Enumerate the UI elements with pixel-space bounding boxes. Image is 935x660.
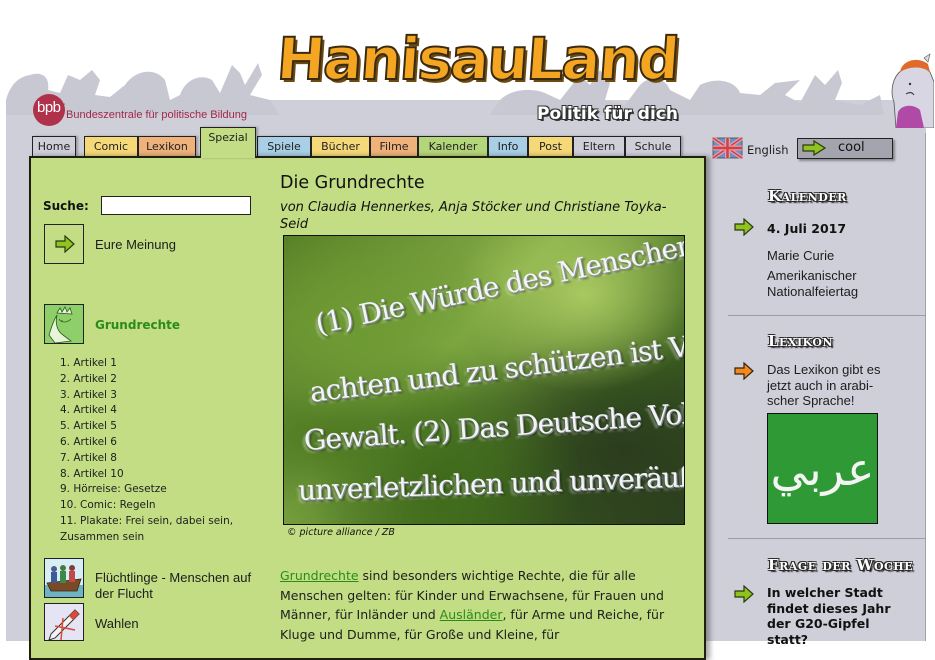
sublist-item[interactable]: 5. Artikel 5 — [60, 419, 260, 435]
nav-eure-meinung[interactable]: Eure Meinung — [95, 237, 176, 252]
cool-button-label: cool — [838, 140, 865, 155]
search-input[interactable] — [101, 196, 251, 215]
photo-credit: © picture alliance / ZB — [287, 527, 395, 538]
tab-spezial[interactable]: Spezial — [200, 127, 256, 158]
article-body: Grundrechte sind besonders wichtige Rech… — [280, 568, 665, 642]
sidebar-divider — [728, 315, 926, 316]
statue-of-liberty-icon — [45, 305, 83, 343]
tab-home[interactable]: Home — [32, 136, 76, 156]
sublist-item[interactable]: 7. Artikel 8 — [60, 451, 260, 467]
lexikon-text[interactable]: Das Lexikon gibt es jetzt auch in arabi-… — [767, 362, 897, 409]
kalender-heading[interactable]: Kalender — [768, 187, 847, 205]
arrow-right-icon[interactable] — [733, 218, 755, 236]
tab-buecher[interactable]: Bücher — [311, 136, 370, 156]
ballot-pencil-icon — [45, 604, 83, 640]
tab-post[interactable]: Post — [528, 136, 573, 156]
frage-question[interactable]: In welcher Stadt findet dieses Jahr der … — [767, 585, 902, 647]
tab-eltern[interactable]: Eltern — [573, 136, 625, 156]
photo-text-line: unverletzlichen und unveräußerlichen Me — [297, 455, 685, 507]
tab-filme[interactable]: Filme — [370, 136, 418, 156]
arrow-right-icon — [802, 140, 827, 156]
grundrechte-sublist: 1. Artikel 1 2. Artikel 2 3. Artikel 3 4… — [60, 356, 260, 546]
sidebar-edge — [925, 133, 926, 641]
bpb-name[interactable]: Bundeszentrale für politische Bildung — [66, 109, 247, 121]
bpb-abbr: bpb — [37, 99, 61, 116]
photo-text-line: (1) Die Würde des Menschen ist unan — [312, 235, 685, 341]
nav-fluechtlinge[interactable]: Flüchtlinge - Menschen auf der Flucht — [95, 570, 265, 602]
article-title: Die Grundrechte — [280, 173, 425, 193]
sublist-item[interactable]: 6. Artikel 6 — [60, 435, 260, 451]
arabic-lexikon-badge[interactable]: عربي — [767, 413, 878, 524]
tab-comic[interactable]: Comic — [84, 136, 138, 156]
fluechtlinge-icon-box[interactable] — [44, 558, 84, 598]
grundrechte-icon-box[interactable] — [44, 304, 84, 344]
arrow-right-icon[interactable] — [733, 362, 755, 380]
mascot-character — [891, 53, 934, 128]
opinion-link-icon-box[interactable] — [44, 224, 84, 264]
sublist-item[interactable]: 10. Comic: Regeln — [60, 498, 260, 514]
tab-info[interactable]: Info — [488, 136, 528, 156]
nav-grundrechte-current[interactable]: Grundrechte — [95, 318, 180, 332]
link-auslaender[interactable]: Ausländer — [440, 607, 503, 622]
sublist-item[interactable]: 2. Artikel 2 — [60, 372, 260, 388]
sublist-item[interactable]: 9. Hörreise: Gesetze — [60, 482, 260, 498]
site-tagline: Politik für dich — [537, 104, 678, 124]
arrow-right-icon — [55, 235, 75, 253]
tab-lexikon[interactable]: Lexikon — [138, 136, 196, 156]
link-grundrechte[interactable]: Grundrechte — [280, 568, 359, 583]
refugee-boat-icon — [45, 559, 83, 597]
nav-wahlen[interactable]: Wahlen — [95, 616, 139, 631]
sublist-item[interactable]: 11. Plakate: Frei sein, dabei sein, Zusa… — [60, 514, 260, 546]
sublist-item[interactable]: 3. Artikel 3 — [60, 388, 260, 404]
lexikon-heading[interactable]: Lexikon — [768, 332, 833, 350]
frage-heading[interactable]: Frage der Woche — [768, 556, 913, 574]
kalender-entry[interactable]: Marie Curie — [767, 248, 834, 264]
wahlen-icon-box[interactable] — [44, 603, 84, 641]
tab-schule[interactable]: Schule — [625, 136, 681, 156]
cool-button[interactable]: cool — [797, 138, 893, 159]
language-switch-english[interactable]: English — [747, 143, 789, 157]
kalender-date[interactable]: 4. Juli 2017 — [767, 221, 846, 237]
sublist-item[interactable]: 4. Artikel 4 — [60, 403, 260, 419]
sidebar-divider — [728, 538, 926, 539]
sublist-item[interactable]: 8. Artikel 10 — [60, 467, 260, 483]
article-photo: (1) Die Würde des Menschen ist unan acht… — [283, 235, 685, 525]
kalender-entry[interactable]: Amerikanischer Nationalfeiertag — [767, 268, 907, 299]
search-label: Suche: — [43, 199, 89, 213]
site-logo[interactable]: HanisauLand — [274, 24, 681, 94]
uk-flag-icon[interactable] — [712, 137, 743, 159]
article-byline: von Claudia Hennerkes, Anja Stöcker und … — [280, 200, 667, 232]
sublist-item[interactable]: 1. Artikel 1 — [60, 356, 260, 372]
tab-spiele[interactable]: Spiele — [257, 136, 311, 156]
tab-kalender[interactable]: Kalender — [418, 136, 488, 156]
arrow-right-icon[interactable] — [733, 585, 755, 603]
